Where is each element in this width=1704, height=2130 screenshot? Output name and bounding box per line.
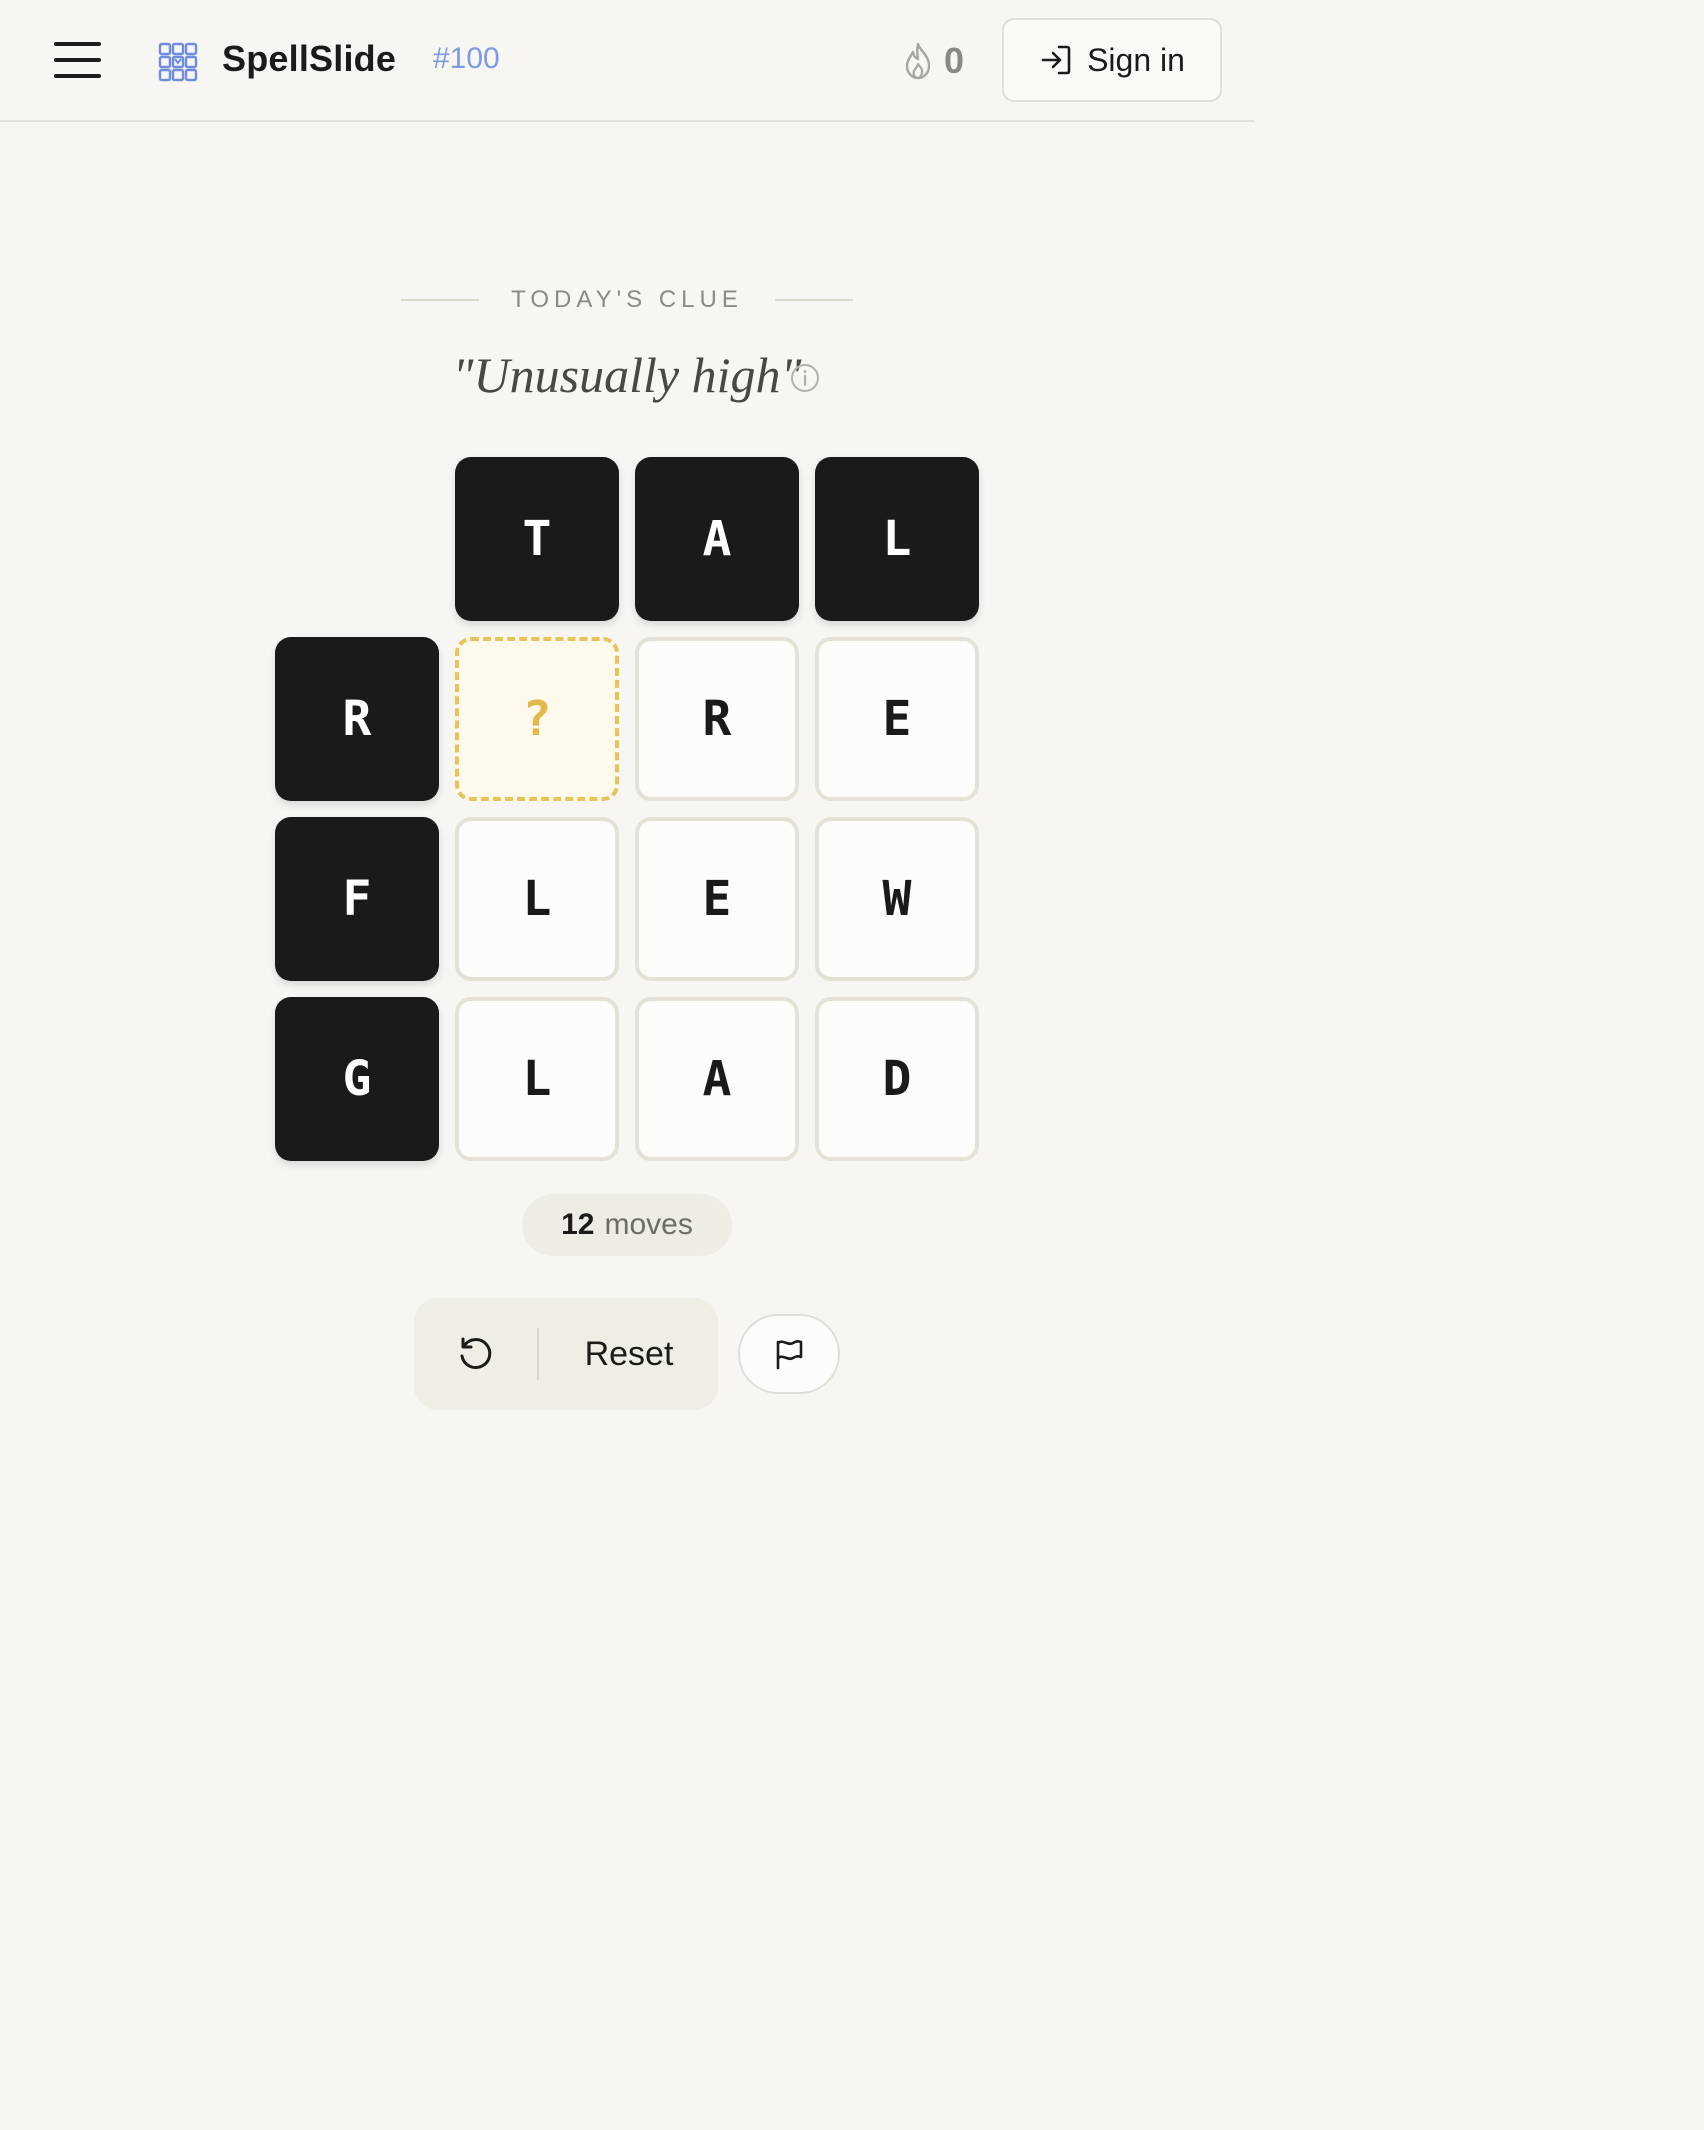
streak-count: 0 [944, 40, 965, 81]
fixed-letter-tile: T [455, 457, 619, 621]
puzzle-number: #100 [433, 42, 500, 75]
fixed-letter-tile: F [275, 817, 439, 981]
moves-count: 12 [561, 1208, 595, 1241]
login-arrow-icon [1041, 45, 1071, 75]
menu-line [54, 74, 101, 78]
menu-line [54, 58, 101, 62]
reset-button[interactable]: Reset [540, 1298, 718, 1410]
clue-heading: TODAY'S CLUE [0, 286, 1254, 314]
sign-in-button[interactable]: Sign in [1002, 18, 1222, 102]
grid-logo-icon [158, 42, 198, 82]
app-title: SpellSlide [222, 38, 397, 79]
fixed-letter-tile: L [815, 457, 979, 621]
letter-tile[interactable]: A [635, 997, 799, 1161]
letter-tile[interactable]: L [455, 817, 619, 981]
letter-tile[interactable]: W [815, 817, 979, 981]
fixed-letter-tile: R [275, 637, 439, 801]
give-up-button[interactable] [738, 1314, 840, 1394]
empty-slot-tile[interactable]: ? [455, 637, 619, 801]
letter-tile[interactable]: R [635, 637, 799, 801]
clue-heading-text: TODAY'S CLUE [511, 286, 743, 313]
info-icon[interactable] [790, 363, 820, 393]
undo-button[interactable] [414, 1298, 536, 1410]
letter-tile[interactable]: E [815, 637, 979, 801]
action-group: Reset [414, 1298, 718, 1410]
moves-counter: 12 moves [522, 1194, 732, 1256]
top-bar: SpellSlide #100 0 Sign in [0, 0, 1254, 122]
moves-label: moves [604, 1208, 693, 1241]
button-divider [537, 1328, 539, 1380]
clue-text: "Unusually high" [452, 347, 802, 403]
sign-in-label: Sign in [1087, 41, 1185, 78]
menu-line [54, 42, 101, 46]
divider-line [775, 299, 853, 301]
letter-tile[interactable]: E [635, 817, 799, 981]
streak-counter: 0 [902, 40, 964, 82]
flag-icon [776, 1340, 803, 1370]
undo-icon [460, 1337, 492, 1370]
menu-button[interactable] [54, 40, 102, 80]
divider-line [401, 299, 479, 301]
letter-tile[interactable]: D [815, 997, 979, 1161]
flame-icon [905, 42, 931, 80]
letter-tile[interactable]: L [455, 997, 619, 1161]
fixed-letter-tile: A [635, 457, 799, 621]
fixed-letter-tile: G [275, 997, 439, 1161]
